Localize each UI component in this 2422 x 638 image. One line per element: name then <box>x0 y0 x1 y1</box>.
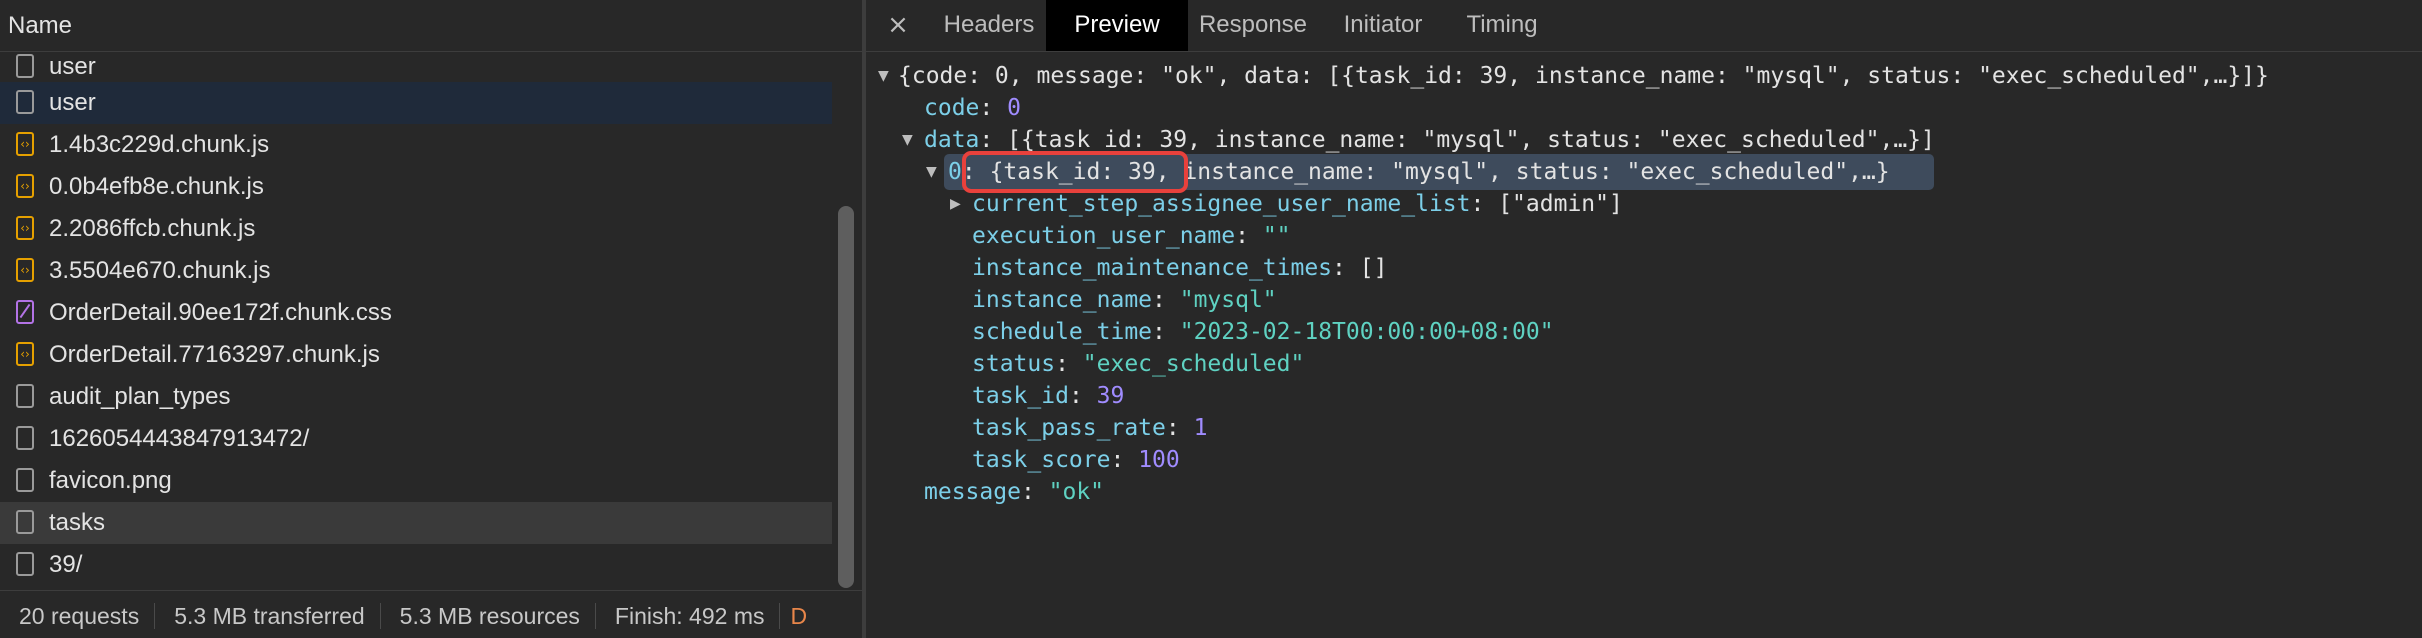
json-field-row: task_pass_rate: 1 <box>972 415 1208 441</box>
json-value: ["admin"] <box>1498 191 1623 217</box>
json-key: task_score <box>972 447 1111 473</box>
tab-initiator[interactable]: Initiator <box>1322 0 1444 51</box>
json-value: 1 <box>1193 415 1208 441</box>
request-name: OrderDetail.90ee172f.chunk.css <box>49 299 392 326</box>
collapse-triangle-icon[interactable]: ▼ <box>926 156 937 188</box>
document-file-icon <box>16 90 34 114</box>
request-row[interactable]: OrderDetail.90ee172f.chunk.css <box>0 292 832 334</box>
json-root-summary[interactable]: {code: 0, message: "ok", data: [{task_id… <box>898 60 2269 92</box>
resources-size: 5.3 MB resources <box>381 602 596 629</box>
request-row[interactable]: OrderDetail.77163297.chunk.js <box>0 334 832 376</box>
request-row[interactable]: 3.5504e670.chunk.js <box>0 250 832 292</box>
json-key: message <box>924 479 1021 505</box>
stylesheet-file-icon <box>16 300 34 324</box>
request-row[interactable]: audit_plan_types <box>0 376 832 418</box>
request-name: 39/ <box>49 551 83 578</box>
tab-headers[interactable]: Headers <box>920 0 1058 51</box>
request-name: OrderDetail.77163297.chunk.js <box>49 341 380 368</box>
json-field-row: status: "exec_scheduled" <box>972 351 1305 377</box>
request-list: user user 1.4b3c229d.chunk.js 0.0b4efb8e.ch… <box>0 52 832 590</box>
json-value: "mysql" <box>1179 287 1277 313</box>
json-field-row: task_score: 100 <box>972 447 1180 473</box>
details-tab-bar: × Headers Preview Response Initiator Tim… <box>866 0 2422 52</box>
document-file-icon <box>16 54 34 78</box>
script-file-icon <box>16 132 34 156</box>
document-file-icon <box>16 468 34 492</box>
json-key: execution_user_name <box>972 223 1236 249</box>
domcontentloaded-time: D <box>790 602 808 629</box>
json-field-row: schedule_time: "2023-02-18T00:00:00+08:0… <box>972 319 1554 345</box>
json-value: "exec_scheduled" <box>1082 351 1305 377</box>
network-request-panel: Name user user 1.4b3c229d.chunk.js 0.0b4efb… <box>0 0 862 638</box>
request-name: 1.4b3c229d.chunk.js <box>49 131 270 158</box>
json-key: task_pass_rate <box>972 415 1166 441</box>
tab-response[interactable]: Response <box>1182 0 1324 51</box>
name-column-header[interactable]: Name <box>0 0 862 52</box>
json-value: 100 <box>1138 447 1180 473</box>
json-value: 39 <box>1096 383 1125 409</box>
request-name: 2.2086ffcb.chunk.js <box>49 215 256 242</box>
json-key: instance_maintenance_times <box>972 255 1333 281</box>
request-row[interactable]: 2.2086ffcb.chunk.js <box>0 208 832 250</box>
json-value: [{task_id: 39, instance_name: "mysql", s… <box>1007 127 1935 153</box>
request-details-panel: × Headers Preview Response Initiator Tim… <box>866 0 2422 638</box>
json-key: data <box>924 127 980 153</box>
request-count: 20 requests <box>0 602 156 629</box>
request-list-scrollbar-thumb[interactable] <box>838 206 854 588</box>
collapse-triangle-icon[interactable]: ▼ <box>878 60 889 92</box>
json-field-row: instance_name: "mysql" <box>972 287 1277 313</box>
script-file-icon <box>16 174 34 198</box>
json-value: [] <box>1359 255 1388 281</box>
expand-triangle-icon[interactable]: ▶ <box>950 188 961 220</box>
request-name: 3.5504e670.chunk.js <box>49 257 271 284</box>
document-file-icon <box>16 384 34 408</box>
tab-timing[interactable]: Timing <box>1440 0 1564 51</box>
request-row[interactable]: user <box>0 82 832 124</box>
request-row[interactable]: 1.4b3c229d.chunk.js <box>0 124 832 166</box>
script-file-icon <box>16 258 34 282</box>
request-name: user <box>49 89 96 116</box>
json-field-row: task_id: 39 <box>972 383 1125 409</box>
json-value: "" <box>1262 223 1291 249</box>
json-value: "2023-02-18T00:00:00+08:00" <box>1179 319 1554 345</box>
red-annotation-box <box>962 151 1188 193</box>
request-name: 1626054443847913472/ <box>49 425 310 452</box>
document-file-icon <box>16 426 34 450</box>
close-details-button[interactable]: × <box>880 0 916 50</box>
json-preview: ▼ {code: 0, message: "ok", data: [{task_… <box>866 52 2422 638</box>
json-index: 0 <box>948 159 962 185</box>
script-file-icon <box>16 216 34 240</box>
request-name: audit_plan_types <box>49 383 231 410</box>
json-message-row: message: "ok" <box>924 479 1105 505</box>
json-key: schedule_time <box>972 319 1153 345</box>
request-name: favicon.png <box>49 467 172 494</box>
json-field-row: execution_user_name: "" <box>972 223 1291 249</box>
network-status-bar: 20 requests 5.3 MB transferred 5.3 MB reso… <box>0 590 862 638</box>
request-row[interactable]: 1626054443847913472/ <box>0 418 832 460</box>
request-row[interactable]: favicon.png <box>0 460 832 502</box>
request-name: tasks <box>49 509 106 536</box>
collapse-triangle-icon[interactable]: ▼ <box>902 124 913 156</box>
request-name: 0.0b4efb8e.chunk.js <box>49 173 264 200</box>
script-file-icon <box>16 342 34 366</box>
document-file-icon <box>16 510 34 534</box>
document-file-icon <box>16 552 34 576</box>
request-row[interactable]: 39/ <box>0 544 832 586</box>
json-code-row: code: 0 <box>924 95 1021 121</box>
request-row[interactable]: tasks <box>0 502 832 544</box>
json-key: current_step_assignee_user_name_list <box>972 191 1471 217</box>
json-value: "ok" <box>1048 479 1105 505</box>
json-value: 0 <box>1007 95 1021 121</box>
finish-time: Finish: 492 ms <box>596 602 781 629</box>
request-name: user <box>49 53 96 80</box>
json-field-row: instance_maintenance_times: [] <box>972 255 1388 281</box>
json-key: code <box>924 95 980 121</box>
request-row[interactable]: user <box>0 52 832 82</box>
request-row[interactable]: 0.0b4efb8e.chunk.js <box>0 166 832 208</box>
json-key: status <box>972 351 1056 377</box>
tab-preview[interactable]: Preview <box>1046 0 1188 51</box>
json-key: task_id <box>972 383 1069 409</box>
json-key: instance_name <box>972 287 1153 313</box>
transferred-size: 5.3 MB transferred <box>155 602 381 629</box>
